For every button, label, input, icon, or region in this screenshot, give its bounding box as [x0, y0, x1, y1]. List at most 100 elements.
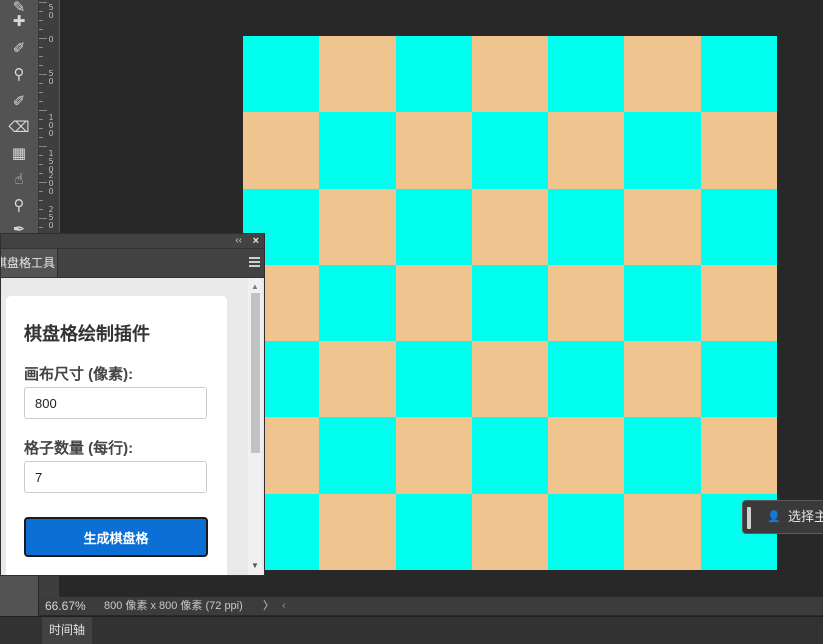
- ruler-tick: [39, 218, 47, 219]
- checker-cell: [395, 188, 472, 265]
- checker-cell: [471, 417, 549, 494]
- checker-cell: [700, 188, 777, 265]
- scrollbar-thumb[interactable]: [251, 293, 260, 453]
- clone-stamp-icon[interactable]: ⚲: [8, 63, 30, 85]
- gradient-icon[interactable]: ▦: [8, 142, 30, 164]
- checker-cell: [700, 264, 777, 342]
- ruler-number: 5 0: [48, 69, 54, 86]
- ruler-tick: [39, 128, 43, 129]
- scroll-down-icon[interactable]: ▼: [251, 561, 259, 570]
- checker-cell: [700, 341, 777, 418]
- ruler-tick: [39, 146, 47, 147]
- canvas-size-label: 画布尺寸 (像素):: [24, 366, 134, 383]
- checker-cell: [471, 341, 549, 418]
- dodge-icon[interactable]: ⚲: [8, 194, 30, 216]
- checker-cell: [548, 417, 625, 494]
- vertical-ruler: 5 005 01 0 01 5 02 0 02 5 0: [39, 0, 60, 234]
- checker-cell: [700, 112, 777, 189]
- person-icon: 👤: [767, 511, 781, 523]
- ruler-tick: [39, 173, 43, 174]
- checkerboard-plugin-panel: ‹‹ × 棋盘格工具 棋盘格绘制插件 画布尺寸 (像素): 格子数量 (每行):…: [0, 233, 265, 576]
- checker-cell: [624, 188, 701, 265]
- panel-scrollbar[interactable]: ▲ ▼: [248, 278, 262, 575]
- panel-titlebar[interactable]: ‹‹ ×: [1, 234, 264, 249]
- checker-cell: [548, 36, 625, 113]
- collapse-panel-icon[interactable]: ‹‹: [235, 234, 242, 248]
- checker-cell: [395, 112, 472, 189]
- checker-cell: [243, 112, 320, 189]
- checker-cell: [471, 112, 549, 189]
- checker-cell: [319, 264, 396, 342]
- checker-cell: [395, 264, 472, 342]
- grid-count-label: 格子数量 (每行):: [24, 440, 134, 457]
- checker-cell: [471, 264, 549, 342]
- drag-handle[interactable]: [747, 507, 751, 529]
- ruler-tick: [39, 182, 47, 183]
- panel-tab-row: 棋盘格工具: [1, 249, 264, 278]
- close-panel-icon[interactable]: ×: [253, 234, 259, 248]
- ruler-tick: [39, 155, 43, 156]
- ruler-tick: [39, 29, 43, 30]
- tab-checkerboard-tool[interactable]: 棋盘格工具: [1, 249, 58, 277]
- tab-timeline[interactable]: 时间轴: [42, 617, 92, 644]
- eraser-icon[interactable]: ⌫: [8, 116, 30, 138]
- checker-cell: [471, 36, 549, 113]
- status-expand-icon[interactable]: 〉: [263, 597, 274, 615]
- ruler-tick: [39, 74, 47, 75]
- checker-cell: [624, 417, 701, 494]
- checker-cell: [319, 417, 396, 494]
- checker-cell: [471, 188, 549, 265]
- checker-cell: [624, 264, 701, 342]
- healing-brush-icon[interactable]: ✚: [8, 10, 30, 32]
- brush-icon[interactable]: ✐: [8, 37, 30, 59]
- checker-cell: [395, 36, 472, 113]
- checker-cell: [319, 493, 396, 570]
- checker-cell: [243, 36, 320, 113]
- checker-cell: [548, 341, 625, 418]
- smudge-icon[interactable]: ☝: [8, 168, 30, 190]
- ruler-tick: [39, 38, 47, 39]
- checker-cell: [548, 493, 625, 570]
- ruler-tick: [39, 20, 43, 21]
- status-bar: 66.67% 800 像素 x 800 像素 (72 ppi) 〉 ‹: [39, 597, 823, 615]
- timeline-panel-bar: 时间轴: [0, 616, 823, 644]
- scroll-up-icon[interactable]: ▲: [251, 282, 259, 291]
- checkerboard-canvas[interactable]: [243, 36, 777, 570]
- checker-cell: [319, 112, 396, 189]
- status-scroll-left-icon[interactable]: ‹: [282, 597, 286, 615]
- ruler-number: 1 0 0: [48, 113, 54, 138]
- checker-cell: [471, 493, 549, 570]
- checker-cell: [548, 112, 625, 189]
- grid-count-input[interactable]: [24, 461, 207, 493]
- checker-cell: [319, 341, 396, 418]
- checker-cell: [395, 341, 472, 418]
- ruler-tick: [39, 200, 43, 201]
- ruler-tick: [39, 65, 43, 66]
- checker-cell: [395, 417, 472, 494]
- ruler-tick: [39, 47, 43, 48]
- ruler-tick: [39, 164, 43, 165]
- tools-panel-lower: [0, 576, 38, 616]
- document-info: 800 像素 x 800 像素 (72 ppi): [104, 600, 243, 612]
- checker-cell: [624, 493, 701, 570]
- select-subject-button[interactable]: 👤 选择主体: [742, 500, 823, 534]
- ruler-number: 0: [48, 35, 54, 44]
- ruler-tick: [39, 119, 43, 120]
- zoom-level[interactable]: 66.67%: [45, 597, 86, 615]
- ruler-tick: [39, 110, 47, 111]
- ruler-tick: [39, 137, 43, 138]
- ruler-tick: [39, 209, 43, 210]
- checker-cell: [700, 417, 777, 494]
- plugin-card: 棋盘格绘制插件 画布尺寸 (像素): 格子数量 (每行): 生成棋盘格: [6, 296, 227, 575]
- checker-cell: [319, 36, 396, 113]
- checker-cell: [548, 264, 625, 342]
- checker-cell: [548, 188, 625, 265]
- panel-menu-icon[interactable]: [249, 257, 260, 267]
- history-brush-icon[interactable]: ✐: [8, 90, 30, 112]
- generate-checkerboard-button[interactable]: 生成棋盘格: [24, 517, 208, 557]
- checker-cell: [624, 341, 701, 418]
- ruler-tick: [39, 191, 43, 192]
- panel-content: 棋盘格绘制插件 画布尺寸 (像素): 格子数量 (每行): 生成棋盘格 ▲ ▼: [1, 278, 264, 575]
- canvas-size-input[interactable]: [24, 387, 207, 419]
- checker-cell: [624, 112, 701, 189]
